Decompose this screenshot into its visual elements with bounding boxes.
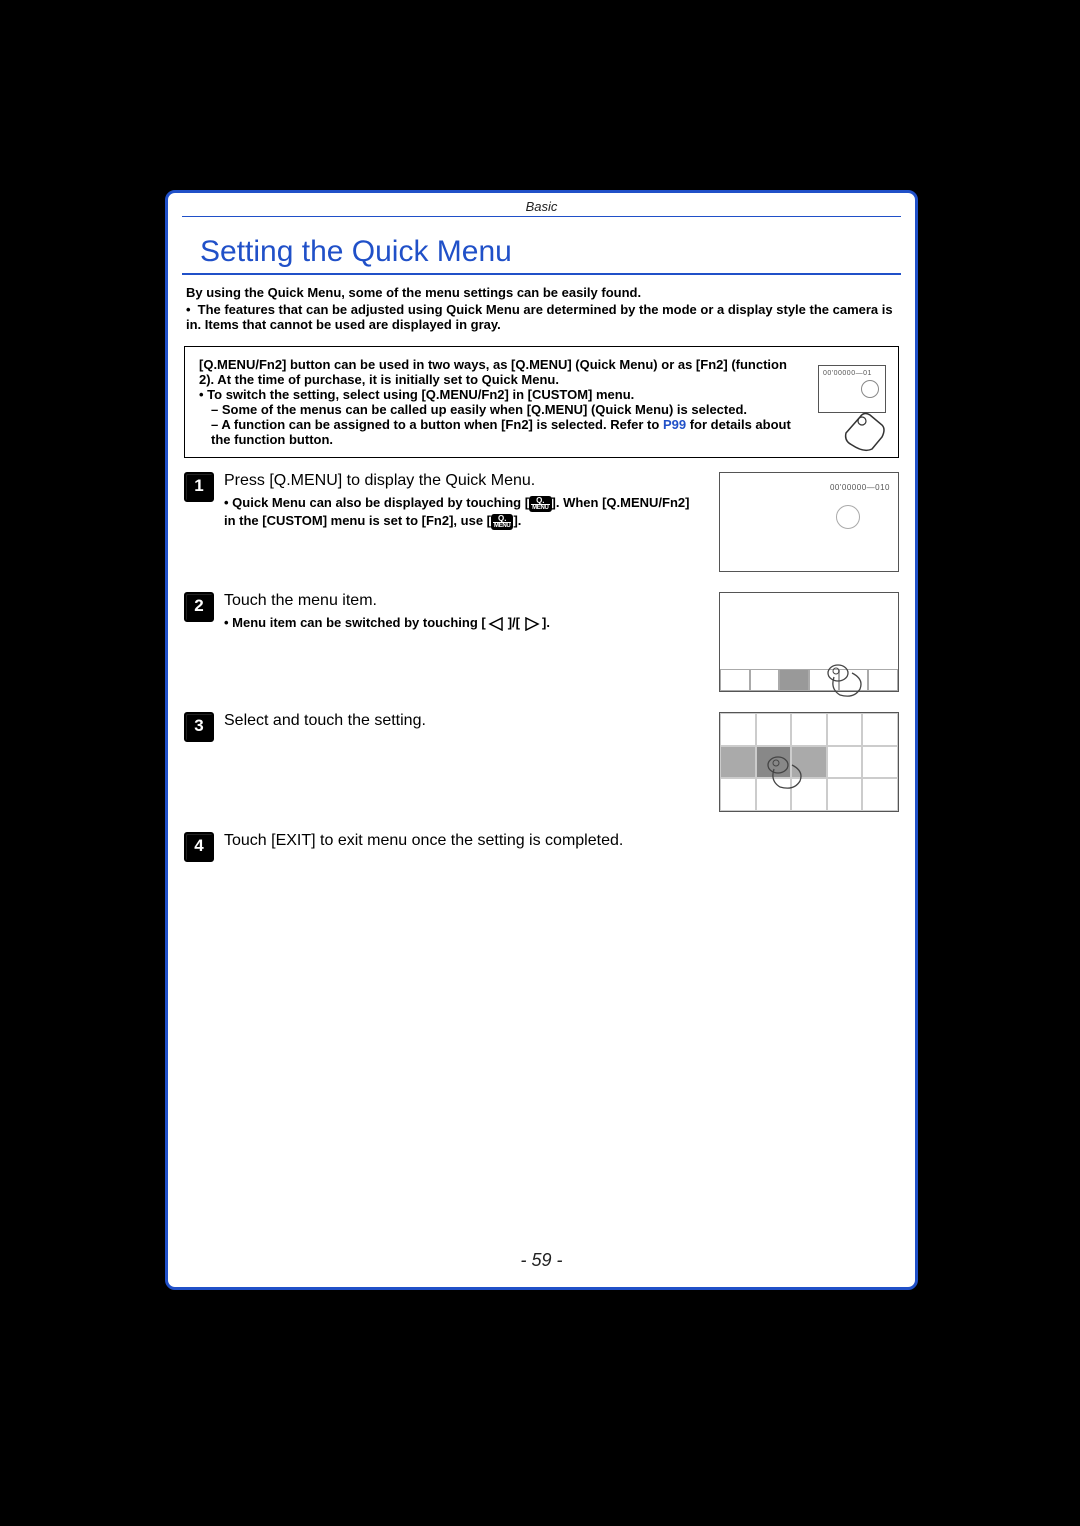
note-box: [Q.MENU/Fn2] button can be used in two w… bbox=[184, 346, 899, 458]
bullet-icon: • bbox=[186, 302, 194, 317]
content-area: [Q.MENU/Fn2] button can be used in two w… bbox=[168, 346, 915, 862]
focus-circle-icon bbox=[836, 505, 860, 529]
camera-screen-icon: 00'00000—01 bbox=[818, 365, 886, 413]
arrow-left-icon bbox=[488, 617, 506, 631]
step-number-badge: 3 bbox=[184, 712, 214, 742]
focus-circle-icon bbox=[861, 380, 879, 398]
page-number: - 59 - bbox=[168, 1250, 915, 1271]
note-line1: [Q.MENU/Fn2] button can be used in two w… bbox=[199, 357, 787, 387]
menu-strip bbox=[720, 669, 898, 691]
divider bbox=[182, 216, 901, 217]
intro-subtext-content: The features that can be adjusted using … bbox=[186, 302, 893, 332]
link-p99[interactable]: P99 bbox=[663, 417, 686, 432]
section-header: Basic bbox=[168, 193, 915, 216]
step-3-screen bbox=[719, 712, 899, 812]
step-2: 2 Touch the menu item. • Menu item can b… bbox=[184, 592, 899, 692]
page-title: Setting the Quick Menu bbox=[182, 235, 901, 275]
manual-page: Basic Setting the Quick Menu By using th… bbox=[165, 190, 918, 1290]
touch-hand-icon bbox=[820, 659, 864, 703]
screen-readout: 00'00000—01 bbox=[823, 370, 872, 377]
note-main-text: [Q.MENU/Fn2] button can be used in two w… bbox=[199, 357, 884, 387]
intro-subtext: • The features that can be adjusted usin… bbox=[168, 302, 915, 332]
step-3-text: Select and touch the setting. bbox=[224, 712, 426, 729]
note-bullet-1: • To switch the setting, select using [Q… bbox=[199, 387, 804, 402]
note-illustration: 00'00000—01 bbox=[818, 365, 890, 455]
step-3: 3 Select and touch the setting. bbox=[184, 712, 899, 812]
qmenu-chip-icon: Q.MENU bbox=[529, 496, 551, 512]
arrow-right-icon bbox=[522, 617, 540, 631]
step-2-screen bbox=[719, 592, 899, 692]
touch-hand-icon bbox=[760, 751, 804, 795]
step-4-text: Touch [EXIT] to exit menu once the setti… bbox=[224, 832, 623, 849]
hand-press-icon bbox=[842, 409, 890, 453]
intro-text: By using the Quick Menu, some of the men… bbox=[168, 285, 915, 302]
screen-readout: 00'00000—010 bbox=[830, 483, 890, 492]
note-bullet-3: – A function can be assigned to a button… bbox=[199, 417, 804, 447]
step-2-sub: • Menu item can be switched by touching … bbox=[224, 614, 703, 632]
step-number-badge: 4 bbox=[184, 832, 214, 862]
step-1-text: Press [Q.MENU] to display the Quick Menu… bbox=[224, 472, 535, 489]
step-1-sub: • Quick Menu can also be displayed by to… bbox=[224, 494, 703, 530]
note-bullet-2: – Some of the menus can be called up eas… bbox=[199, 402, 804, 417]
step-2-text: Touch the menu item. bbox=[224, 592, 377, 609]
step-number-badge: 1 bbox=[184, 472, 214, 502]
step-1-screen: 00'00000—010 bbox=[719, 472, 899, 572]
step-4: 4 Touch [EXIT] to exit menu once the set… bbox=[184, 832, 899, 862]
qmenu-chip-icon: Q.MENU bbox=[491, 514, 513, 530]
settings-grid bbox=[720, 713, 898, 811]
step-number-badge: 2 bbox=[184, 592, 214, 622]
step-1: 1 Press [Q.MENU] to display the Quick Me… bbox=[184, 472, 899, 572]
